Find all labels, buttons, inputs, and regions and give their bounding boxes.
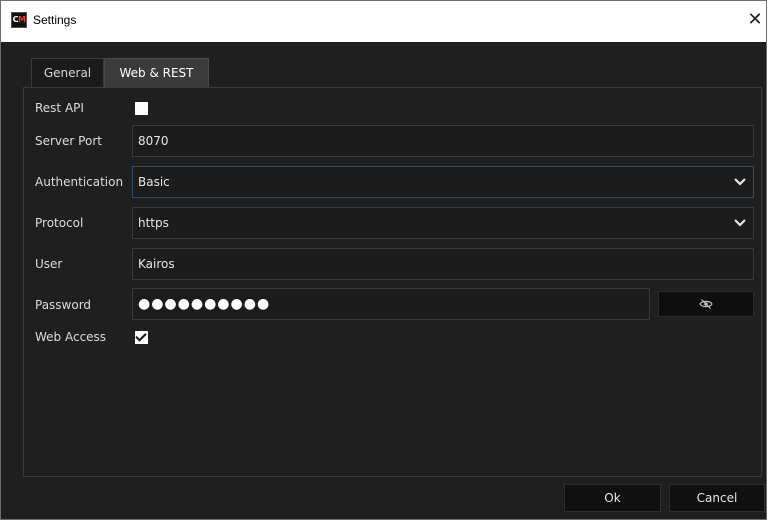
web-access-checkbox[interactable] — [135, 331, 148, 344]
title-bar: CM Settings ✕ — [1, 1, 766, 42]
web-access-label: Web Access — [35, 330, 107, 344]
rest-api-label: Rest API — [35, 101, 84, 115]
chevron-down-icon — [734, 178, 746, 186]
eye-slash-icon — [699, 299, 713, 309]
authentication-label: Authentication — [35, 175, 124, 189]
close-icon[interactable]: ✕ — [744, 9, 766, 33]
password-masked-value: ●●●●●●●●●● — [138, 296, 271, 312]
ok-button[interactable]: Ok — [564, 484, 661, 512]
window-title: Settings — [33, 13, 77, 27]
app-logo-icon: CM — [11, 12, 27, 28]
protocol-select[interactable]: https — [132, 207, 754, 239]
tab-general[interactable]: General — [31, 58, 104, 88]
toggle-password-visibility-button[interactable] — [658, 291, 754, 317]
server-port-input[interactable]: 8070 — [132, 125, 754, 157]
tab-web-rest[interactable]: Web & REST — [104, 58, 209, 88]
authentication-value: Basic — [138, 175, 170, 189]
chevron-down-icon — [734, 219, 746, 227]
rest-api-checkbox[interactable] — [135, 102, 148, 115]
password-input[interactable]: ●●●●●●●●●● — [132, 288, 650, 320]
protocol-value: https — [138, 216, 169, 230]
server-port-label: Server Port — [35, 134, 102, 148]
password-label: Password — [35, 298, 92, 312]
user-input[interactable]: Kairos — [132, 248, 754, 280]
protocol-label: Protocol — [35, 216, 84, 230]
settings-dialog: CM Settings ✕ General Web & REST Rest AP… — [0, 0, 767, 520]
cancel-button[interactable]: Cancel — [669, 484, 765, 512]
authentication-select[interactable]: Basic — [132, 166, 754, 198]
user-label: User — [35, 257, 63, 271]
